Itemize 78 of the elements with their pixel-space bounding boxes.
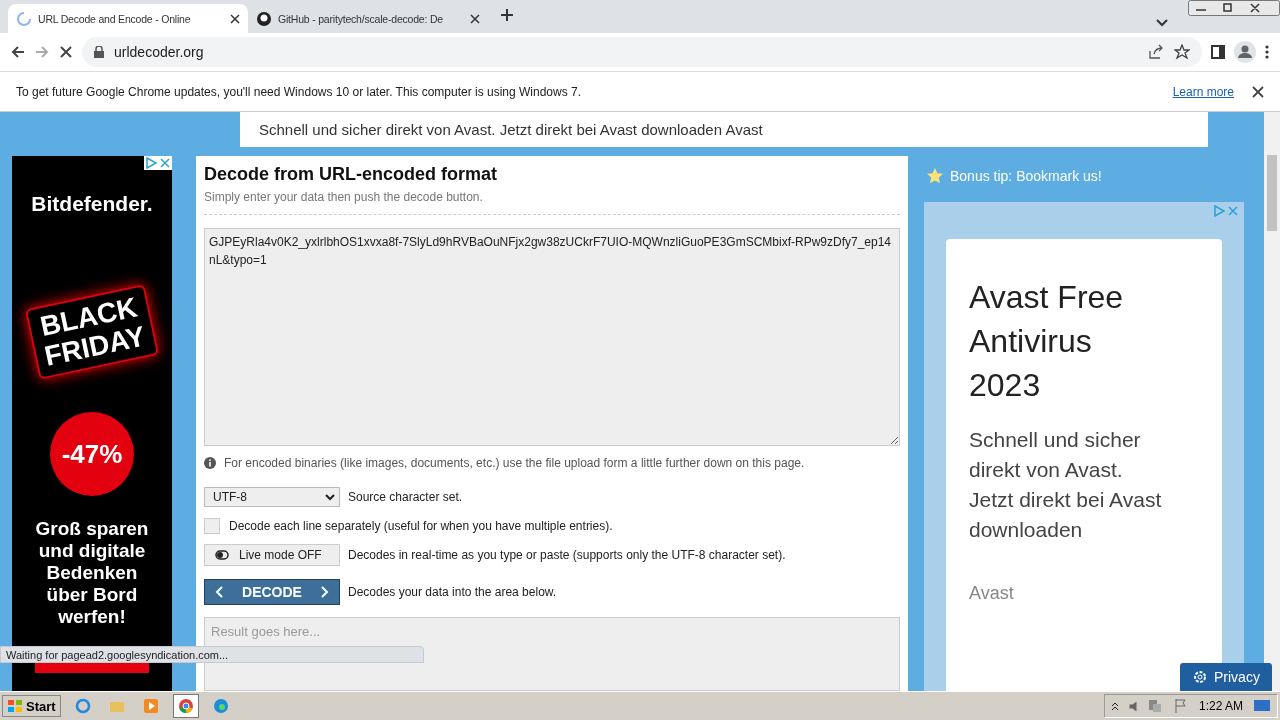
- charset-label: Source character set.: [348, 490, 463, 504]
- speaker-icon: [1128, 700, 1137, 712]
- learn-more-link[interactable]: Learn more: [1172, 84, 1234, 99]
- new-tab-icon: [500, 8, 514, 22]
- ad-slogan: Groß sparen: [35, 518, 149, 540]
- address-bar[interactable]: urldecoder.org: [82, 37, 1202, 67]
- panel-title: Decode from URL-encoded format: [204, 164, 499, 185]
- tab-title: URL Decode and Encode - Online: [38, 12, 192, 25]
- close-icon: [158, 156, 172, 170]
- chevron-down-icon: [325, 493, 335, 501]
- browser-tab[interactable]: URL Decode and Encode - Online: [8, 4, 248, 33]
- close-icon: [1226, 204, 1240, 218]
- settings-icon: [1192, 669, 1208, 685]
- browser-tab[interactable]: GitHub - paritytech/scale-decode: De: [248, 4, 488, 33]
- network-icon: [1146, 698, 1163, 714]
- scrollbar-thumb[interactable]: [1267, 155, 1277, 231]
- url-text: urldecoder.org: [114, 44, 205, 60]
- close-icon: [1252, 85, 1264, 98]
- ad-title: Avast Free: [969, 278, 1125, 317]
- media-player-icon: [142, 698, 159, 714]
- ad-title: 2023: [969, 366, 1042, 405]
- menu-icon: [1264, 44, 1270, 60]
- ad-slogan: werfen!: [58, 606, 126, 628]
- flag-icon: [1172, 698, 1189, 714]
- back-arrow-icon: [10, 44, 26, 60]
- start-button[interactable]: Start: [2, 695, 61, 717]
- live-mode-description: Decodes in real-time as you type or paste (supports only the UTF-8 character set).: [348, 548, 786, 562]
- ad-advertiser: Avast: [969, 583, 1015, 604]
- lock-icon: [94, 46, 104, 58]
- share-icon: [1148, 44, 1164, 60]
- ad-slogan: und digitale: [38, 540, 146, 562]
- ad-body: Jetzt direkt bei Avast: [969, 487, 1163, 513]
- ad-text: Schnell und sicher direkt von Avast. Jetzt direkt bei Avast downloaden Avast: [259, 121, 763, 138]
- discount-badge: -47%: [50, 412, 134, 496]
- charset-select[interactable]: UTF-8: [204, 487, 340, 507]
- close-icon: [230, 13, 240, 24]
- clock: 1:22 AM: [1198, 699, 1243, 713]
- ad-choices-icon: [1212, 204, 1226, 218]
- live-mode-button[interactable]: Live mode OFF: [204, 544, 340, 566]
- banner-ad[interactable]: Schnell und sicher direkt von Avast. Jetzt direkt bei Avast downloaden Avast: [240, 112, 1208, 147]
- star-icon: [1174, 44, 1190, 60]
- ad-choices-icon: [144, 156, 158, 170]
- chevron-up-icon: [1110, 701, 1119, 711]
- toggle-icon: [215, 550, 229, 560]
- input-field[interactable]: GJPEyRla4v0K2_yxlrlbhOS1xvxa8f-7SlyLd9hRVBaOuNFjx2gw38zUCkrF7UIO-MQWnzliGuoPE3GmSCMbixf-RPw9zDfy7_ep14nL&typo=1: [204, 228, 900, 446]
- checkbox[interactable]: [204, 518, 220, 534]
- tab-title: GitHub - paritytech/scale-decode: De: [278, 12, 444, 25]
- privacy-button[interactable]: Privacy: [1180, 663, 1272, 691]
- star-icon: [926, 167, 944, 185]
- ad-body: Schnell und sicher: [969, 427, 1142, 453]
- checkbox-label: Decode each line separately (useful for when you have multiple entries).: [229, 519, 613, 533]
- chevron-left-icon: [215, 586, 223, 598]
- scrollbar[interactable]: [1264, 112, 1280, 691]
- panel-subtitle: Simply enter your data then push the decode button.: [204, 190, 900, 215]
- decode-description: Decodes your data into the area below.: [348, 585, 557, 599]
- show-desktop-icon: [1253, 699, 1271, 713]
- ad-brand: Bitdefender.: [31, 192, 153, 216]
- decode-button[interactable]: DECODE: [204, 579, 340, 605]
- chevron-right-icon: [321, 586, 329, 598]
- info-icon: [204, 457, 216, 469]
- status-bubble: Waiting for pagead2.googlesyndication.com...: [0, 646, 424, 663]
- ad-body: direkt von Avast.: [969, 457, 1124, 483]
- ad-title: Antivirus: [969, 322, 1093, 361]
- bonus-tip: Bonus tip: Bookmark us!: [950, 168, 1102, 184]
- side-panel-icon: [1210, 44, 1226, 60]
- stop-icon: [58, 44, 74, 60]
- close-icon: [470, 13, 480, 24]
- forward-arrow-icon: [34, 44, 50, 60]
- update-message: To get future Google Chrome updates, you'll need Windows 10 or later. This computer is using Windows 7.: [16, 84, 583, 99]
- ad-slogan: Bedenken: [46, 562, 138, 584]
- chrome-icon: [177, 698, 194, 714]
- profile-icon: [1234, 41, 1256, 63]
- taskbar-app[interactable]: [172, 694, 199, 718]
- ad-body: downloaden: [969, 517, 1084, 543]
- ad-slogan: über Bord: [46, 584, 138, 606]
- windows-logo-icon: [7, 698, 23, 714]
- info-text: For encoded binaries (like images, documents, etc.) use the file upload form a little further down on this page.: [224, 456, 805, 470]
- chevron-down-icon: [1156, 19, 1168, 27]
